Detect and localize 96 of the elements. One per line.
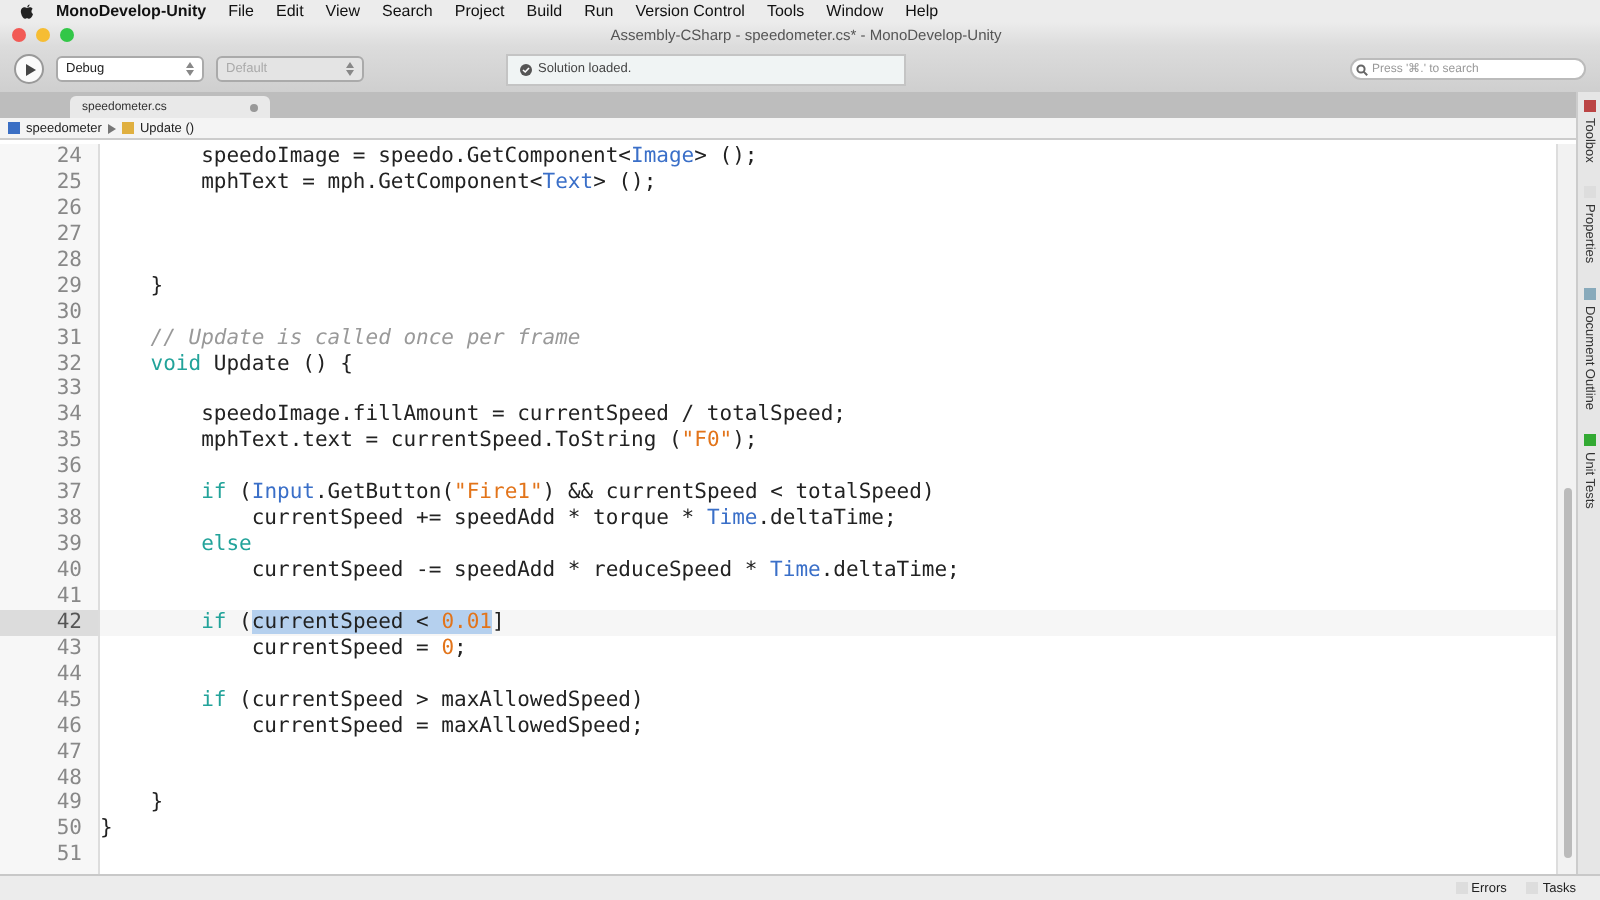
zoom-icon[interactable] xyxy=(60,27,74,41)
code-text: ; xyxy=(454,635,467,660)
apple-logo-icon[interactable] xyxy=(20,3,34,19)
line-number: 32 xyxy=(54,351,84,377)
line-number: 31 xyxy=(54,325,84,351)
menu-item[interactable]: Edit xyxy=(276,2,304,20)
line-number: 38 xyxy=(54,506,84,533)
line-number: 25 xyxy=(54,169,84,196)
code-text: 0 xyxy=(441,635,455,660)
line-number: 26 xyxy=(54,195,84,222)
menu-item[interactable]: File xyxy=(228,2,254,20)
menu-item[interactable]: Help xyxy=(905,2,939,20)
line-number: 28 xyxy=(54,247,84,274)
line-number: 27 xyxy=(54,221,84,248)
code-text: > (); xyxy=(694,144,758,168)
check-icon xyxy=(520,63,532,75)
code-text: } xyxy=(148,273,164,298)
code-text: ); xyxy=(732,428,758,453)
line-number: 37 xyxy=(54,480,84,507)
line-number: 36 xyxy=(54,454,84,481)
code-text: .deltaTime; xyxy=(820,558,960,582)
menu-item[interactable]: Version Control xyxy=(635,2,745,20)
menu-item[interactable]: Build xyxy=(526,2,563,20)
code-text: Text xyxy=(542,169,594,194)
code-text: ] xyxy=(492,609,505,634)
code-text: Time xyxy=(770,558,821,582)
line-number: 44 xyxy=(54,661,84,688)
code-text: } xyxy=(100,816,113,841)
code-text: mphText.text = currentSpeed.ToString ( xyxy=(199,428,682,453)
method-icon xyxy=(121,122,134,134)
line-number: 49 xyxy=(54,790,84,817)
line-number: 47 xyxy=(54,739,84,765)
line-number: 24 xyxy=(54,144,84,170)
code-text: if xyxy=(199,609,227,634)
code-text: speedoImage.fillAmount = currentSpeed / totalSpeed; xyxy=(199,402,846,427)
line-number: 34 xyxy=(54,402,84,429)
line-number: 48 xyxy=(54,765,84,791)
code-text: Update () { xyxy=(211,351,353,375)
code-text: currentSpeed = xyxy=(249,635,431,660)
code-editor[interactable] xyxy=(0,140,1576,874)
line-number: 46 xyxy=(54,713,84,740)
menu-item[interactable]: Tools xyxy=(766,2,805,20)
code-text: 0.01 xyxy=(441,609,492,634)
line-number: 41 xyxy=(54,583,84,610)
code-text: } xyxy=(148,790,164,815)
line-number: 43 xyxy=(54,635,84,662)
code-text: currentSpeed += speedAdd * torque * xyxy=(251,506,697,531)
code-text: else xyxy=(199,532,252,557)
menu-item[interactable]: Run xyxy=(584,2,614,20)
code-text: "Fire1" xyxy=(454,480,543,505)
code-text: "F0" xyxy=(681,428,733,453)
minimize-icon[interactable] xyxy=(36,27,50,41)
menu-item[interactable]: Search xyxy=(382,2,433,20)
play-icon xyxy=(23,63,35,75)
app-menu[interactable]: MonoDevelop-Unity xyxy=(56,2,207,20)
code-text: Image xyxy=(631,144,695,168)
code-text: (currentSpeed > maxAllowedSpeed) xyxy=(237,687,644,712)
code-text: void xyxy=(148,351,202,375)
menu-item[interactable]: Project xyxy=(454,2,505,20)
close-icon[interactable] xyxy=(12,27,26,41)
code-text: Time xyxy=(706,506,758,531)
line-number: 35 xyxy=(54,428,84,455)
line-number: 51 xyxy=(54,842,84,869)
code-text: currentSpeed = maxAllowedSpeed; xyxy=(249,713,644,738)
code-text: mphText = mph.GetComponent< xyxy=(199,169,543,194)
line-number: 29 xyxy=(54,273,84,300)
code-text: if xyxy=(199,687,227,712)
code-text: ) && currentSpeed < totalSpeed) xyxy=(542,480,935,505)
code-text: ( xyxy=(237,609,252,634)
line-number: 45 xyxy=(54,687,84,714)
dot-icon xyxy=(250,103,258,111)
run-button[interactable] xyxy=(14,54,44,84)
class-icon xyxy=(8,122,20,134)
code-text: if xyxy=(199,480,227,505)
code-text: .deltaTime; xyxy=(757,506,897,531)
code-text: ( xyxy=(237,480,252,505)
search-icon xyxy=(1356,63,1368,75)
menu-item[interactable]: View xyxy=(325,2,360,20)
line-number: 30 xyxy=(54,299,84,326)
code-text: currentSpeed -= speedAdd * reduceSpeed * xyxy=(249,558,760,582)
code-text: .GetButton( xyxy=(314,480,455,505)
code-text: currentSpeed < xyxy=(251,609,442,634)
menu-item[interactable]: Window xyxy=(826,2,884,20)
line-number: 39 xyxy=(54,532,84,558)
line-number: 33 xyxy=(54,376,84,403)
updown-arrows-icon xyxy=(346,62,354,76)
line-number: 42 xyxy=(0,609,98,636)
code-text: // Update is called once per frame xyxy=(148,325,581,350)
updown-arrows-icon xyxy=(186,62,194,76)
code-text: > (); xyxy=(593,169,657,194)
line-number: 50 xyxy=(54,816,84,843)
code-text: Input xyxy=(251,480,315,505)
line-number: 40 xyxy=(54,558,84,584)
chevron-icon xyxy=(107,123,116,133)
code-text: speedoImage = speedo.GetComponent< xyxy=(199,144,632,168)
scrollbar[interactable] xyxy=(1556,144,1576,874)
